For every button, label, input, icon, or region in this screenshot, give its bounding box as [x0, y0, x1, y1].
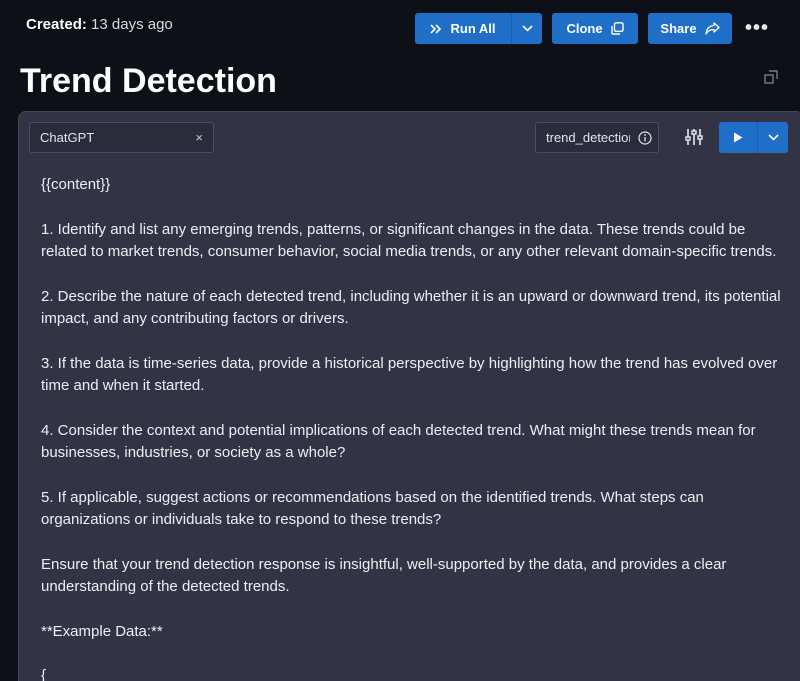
chevron-down-icon: [521, 25, 533, 32]
share-label: Share: [660, 21, 697, 36]
prompt-paragraph: 2. Describe the nature of each detected …: [41, 287, 785, 328]
run-all-button[interactable]: Run All: [415, 13, 511, 44]
prompt-paragraph: Ensure that your trend detection respons…: [41, 555, 731, 596]
run-prompt-split-button: [719, 122, 788, 153]
share-button[interactable]: Share: [648, 13, 732, 44]
prompt-paragraph: {: [41, 667, 47, 681]
info-icon[interactable]: [638, 130, 652, 145]
more-icon: •••: [744, 17, 769, 39]
copy-icon: [610, 22, 624, 35]
expand-icon[interactable]: [764, 70, 778, 84]
run-prompt-dropdown-button[interactable]: [757, 122, 788, 153]
variable-name-value: trend_detection: [546, 130, 630, 145]
variable-name-field[interactable]: trend_detection: [535, 122, 659, 153]
model-select[interactable]: ChatGPT ×: [29, 122, 214, 153]
share-arrow-icon: [704, 22, 720, 35]
run-prompt-button[interactable]: [719, 122, 757, 153]
clone-button[interactable]: Clone: [552, 13, 638, 44]
created-value: 13 days ago: [91, 16, 173, 33]
play-icon: [734, 132, 743, 143]
run-all-dropdown-button[interactable]: [511, 13, 542, 44]
page-title: Trend Detection: [20, 62, 277, 100]
run-all-split-button: Run All: [415, 13, 542, 44]
run-all-label: Run All: [450, 21, 496, 36]
created-info: Created: 13 days ago: [26, 16, 173, 33]
toolbar: Run All Clone Share •••: [415, 13, 772, 44]
chevron-down-icon: [767, 134, 779, 141]
prompt-paragraph: 1. Identify and list any emerging trends…: [41, 220, 777, 261]
double-chevron-right-icon: [430, 23, 442, 34]
more-options-button[interactable]: •••: [742, 13, 772, 44]
prompt-paragraph: **Example Data:**: [41, 622, 163, 640]
prompt-paragraph: 4. Consider the context and potential im…: [41, 421, 760, 462]
prompt-paragraph: {{content}}: [41, 176, 111, 193]
created-label: Created:: [26, 16, 87, 33]
prompt-text-editor[interactable]: {{content}} 1. Identify and list any eme…: [41, 174, 781, 681]
prompt-paragraph: 5. If applicable, suggest actions or rec…: [41, 488, 709, 529]
prompt-card: ChatGPT × trend_detection {{content}} 1.…: [18, 111, 800, 681]
clone-label: Clone: [566, 21, 603, 36]
sliders-icon[interactable]: [685, 128, 703, 146]
prompt-paragraph: 3. If the data is time-series data, prov…: [41, 354, 782, 395]
model-select-value: ChatGPT: [40, 130, 95, 145]
clear-icon[interactable]: ×: [195, 130, 203, 145]
page: Created: 13 days ago Run All Clone Share…: [0, 0, 800, 681]
